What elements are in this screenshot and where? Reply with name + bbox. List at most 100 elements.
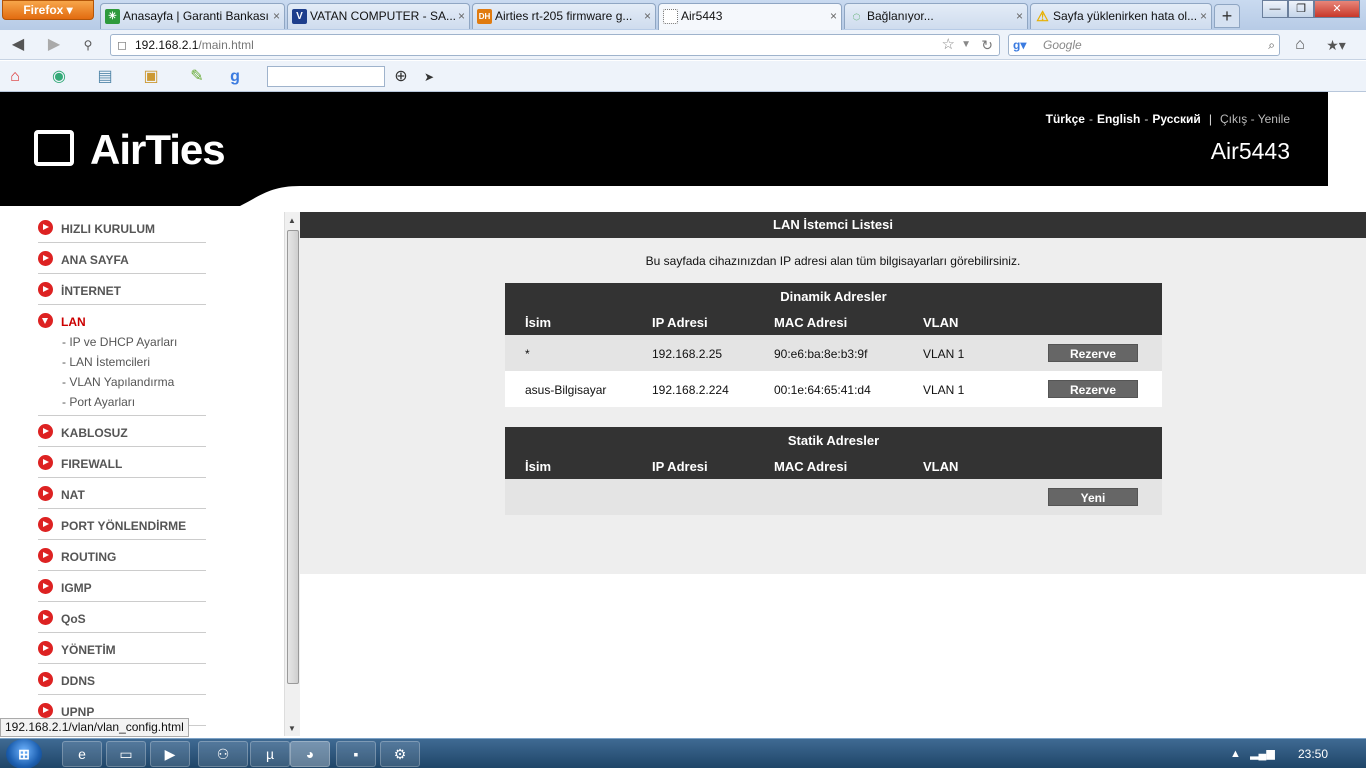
firefox-menu-button[interactable]: Firefox ▾ (2, 0, 94, 20)
tab-load-error[interactable]: ⚠ Sayfa yüklenirken hata ol... × (1030, 3, 1212, 29)
cursor-icon[interactable]: ➤ (418, 67, 440, 87)
new-tab-button[interactable]: + (1214, 4, 1240, 28)
firefox-icon[interactable]: ◕ (290, 741, 330, 767)
menu-item-kablosuz[interactable]: KABLOSUZ (38, 416, 206, 447)
signal-icon[interactable]: ▂▄▆ (1250, 748, 1275, 760)
forward-arrow-icon[interactable]: ▶ (44, 35, 64, 55)
new-button[interactable]: Yeni (1048, 488, 1138, 506)
page-description: Bu sayfada cihazınızdan IP adresi alan t… (645, 254, 1021, 268)
windows-taskbar: ⊞ e ▭ ▶ ⚇ µ ◕ ▪ ⚙ ▲ ▂▄▆ 23:50 (0, 738, 1366, 768)
toolbar-search-input[interactable] (267, 66, 385, 87)
search-bar[interactable]: g▾ Google ⌕ (1008, 34, 1280, 56)
reserve-button[interactable]: Rezerve (1048, 380, 1138, 398)
menu-item-port-yonlendirme[interactable]: PORT YÖNLENDİRME (38, 509, 206, 540)
internet-explorer-icon[interactable]: e (62, 741, 102, 767)
network-icon[interactable]: ⚇ (198, 741, 248, 767)
submenu-port-settings[interactable]: - Port Ayarları (62, 395, 135, 409)
submenu-lan-clients[interactable]: - LAN İstemcileri (62, 355, 150, 369)
table-row: asus-Bilgisayar 192.168.2.224 00:1e:64:6… (505, 371, 1162, 407)
close-icon[interactable]: × (1016, 4, 1023, 28)
refresh-link[interactable]: Yenile (1258, 112, 1290, 126)
site-identity-icon[interactable]: ⚲ (78, 35, 98, 55)
addon-toolbar: ⌂ ◉ ▤ ▣ ✎ g ⊕ ➤ (0, 61, 1366, 92)
column-mac: MAC Adresi (774, 315, 848, 330)
close-icon[interactable]: × (1200, 4, 1207, 28)
minimize-button[interactable]: — (1262, 0, 1288, 18)
settings-app-icon[interactable]: ⚙ (380, 741, 420, 767)
clipboard-icon[interactable]: ▣ (140, 67, 162, 87)
menu-item-igmp[interactable]: IGMP (38, 571, 206, 602)
arrow-bullet-icon (38, 282, 53, 297)
menu-item-ddns[interactable]: DDNS (38, 664, 206, 695)
reload-icon[interactable]: ↻ (981, 35, 993, 55)
submenu-ip-dhcp[interactable]: - IP ve DHCP Ayarları (62, 335, 177, 349)
logout-link[interactable]: Çıkış (1220, 112, 1247, 126)
media-player-icon[interactable]: ▶ (150, 741, 190, 767)
bookmarks-menu-icon[interactable]: ★▾ (1326, 35, 1346, 55)
google-toolbar-icon[interactable]: g (224, 67, 246, 87)
spellcheck-icon[interactable]: ✎ (186, 67, 208, 87)
menu-item-internet[interactable]: İNTERNET (38, 274, 206, 305)
explorer-folder-icon[interactable]: ▭ (106, 741, 146, 767)
google-icon[interactable]: g▾ (1013, 35, 1026, 55)
document-icon[interactable]: ▤ (94, 67, 116, 87)
zoom-icon[interactable]: ⊕ (390, 67, 412, 87)
cmd-icon[interactable]: ▪ (336, 741, 376, 767)
menu-item-hizli-kurulum[interactable]: HIZLI KURULUM (38, 212, 206, 243)
arrow-bullet-icon (38, 424, 53, 439)
tab-vatan[interactable]: V VATAN COMPUTER - SA... × (287, 3, 470, 29)
menu-item-routing[interactable]: ROUTING (38, 540, 206, 571)
back-arrow-icon[interactable]: ◀ (8, 35, 28, 55)
reserve-button[interactable]: Rezerve (1048, 344, 1138, 362)
close-icon[interactable]: × (273, 4, 280, 28)
tab-connecting[interactable]: ◌ Bağlanıyor... × (844, 3, 1028, 29)
scroll-up-icon[interactable]: ▲ (288, 216, 296, 225)
lang-russian-link[interactable]: Русский (1152, 112, 1201, 126)
menu-item-qos[interactable]: QoS (38, 602, 206, 633)
close-icon[interactable]: × (830, 4, 837, 28)
cell-mac: 90:e6:ba:8e:b3:9f (774, 347, 868, 361)
menu-item-ana-sayfa[interactable]: ANA SAYFA (38, 243, 206, 274)
menu-label: PORT YÖNLENDİRME (61, 519, 187, 533)
globe-icon[interactable]: ◉ (48, 67, 70, 87)
search-icon[interactable]: ⌕ (1268, 35, 1275, 55)
arrow-bullet-icon (38, 672, 53, 687)
menu-item-firewall[interactable]: FIREWALL (38, 447, 206, 478)
menu-scrollbar[interactable]: ▲ ▼ (284, 212, 300, 736)
start-button[interactable]: ⊞ (6, 739, 42, 768)
cell-name: asus-Bilgisayar (525, 383, 607, 397)
header-wave-decoration (0, 186, 300, 206)
table-row: Yeni (505, 479, 1162, 515)
home-icon[interactable]: ⌂ (1290, 35, 1310, 55)
menu-item-nat[interactable]: NAT (38, 478, 206, 509)
tray-expand-icon[interactable]: ▲ (1230, 748, 1241, 760)
dropdown-icon[interactable]: ▼ (961, 35, 971, 55)
tab-garanti[interactable]: ✳ Anasayfa | Garanti Bankası × (100, 3, 285, 29)
arrow-bullet-icon (38, 251, 53, 266)
submenu-vlan-config[interactable]: - VLAN Yapılandırma (62, 375, 174, 389)
lang-turkish-link[interactable]: Türkçe (1046, 112, 1085, 126)
tab-favicon (663, 9, 678, 24)
close-icon[interactable]: × (644, 4, 651, 28)
scroll-down-icon[interactable]: ▼ (288, 724, 296, 733)
scrollbar-thumb[interactable] (287, 230, 299, 684)
home-toolbar-icon[interactable]: ⌂ (4, 67, 26, 87)
tab-airties-firmware[interactable]: DH Airties rt-205 firmware g... × (472, 3, 656, 29)
menu-item-yonetim[interactable]: YÖNETİM (38, 633, 206, 664)
utorrent-icon[interactable]: µ (250, 741, 290, 767)
column-vlan: VLAN (923, 459, 959, 474)
router-header: AirTies Türkçe - English - Русский | Çıkış - Y… (0, 92, 1328, 206)
cell-ip: 192.168.2.224 (652, 383, 729, 397)
tab-title: Anasayfa | Garanti Bankası (123, 9, 269, 23)
arrow-bullet-icon (38, 641, 53, 656)
window-close-button[interactable]: ✕ (1314, 0, 1360, 18)
tab-air5443[interactable]: Air5443 × (658, 3, 842, 30)
url-bar[interactable]: ◻ 192.168.2.1/main.html ☆ ▼ ↻ (110, 34, 1000, 56)
bookmark-star-icon[interactable]: ☆ (942, 35, 955, 55)
tab-favicon: ✳ (105, 9, 120, 24)
maximize-button[interactable]: ❐ (1288, 0, 1314, 18)
main-content: LAN İstemci Listesi Bu sayfada cihazınız… (300, 212, 1366, 574)
table-row: * 192.168.2.25 90:e6:ba:8e:b3:9f VLAN 1 … (505, 335, 1162, 371)
lang-english-link[interactable]: English (1097, 112, 1140, 126)
close-icon[interactable]: × (458, 4, 465, 28)
